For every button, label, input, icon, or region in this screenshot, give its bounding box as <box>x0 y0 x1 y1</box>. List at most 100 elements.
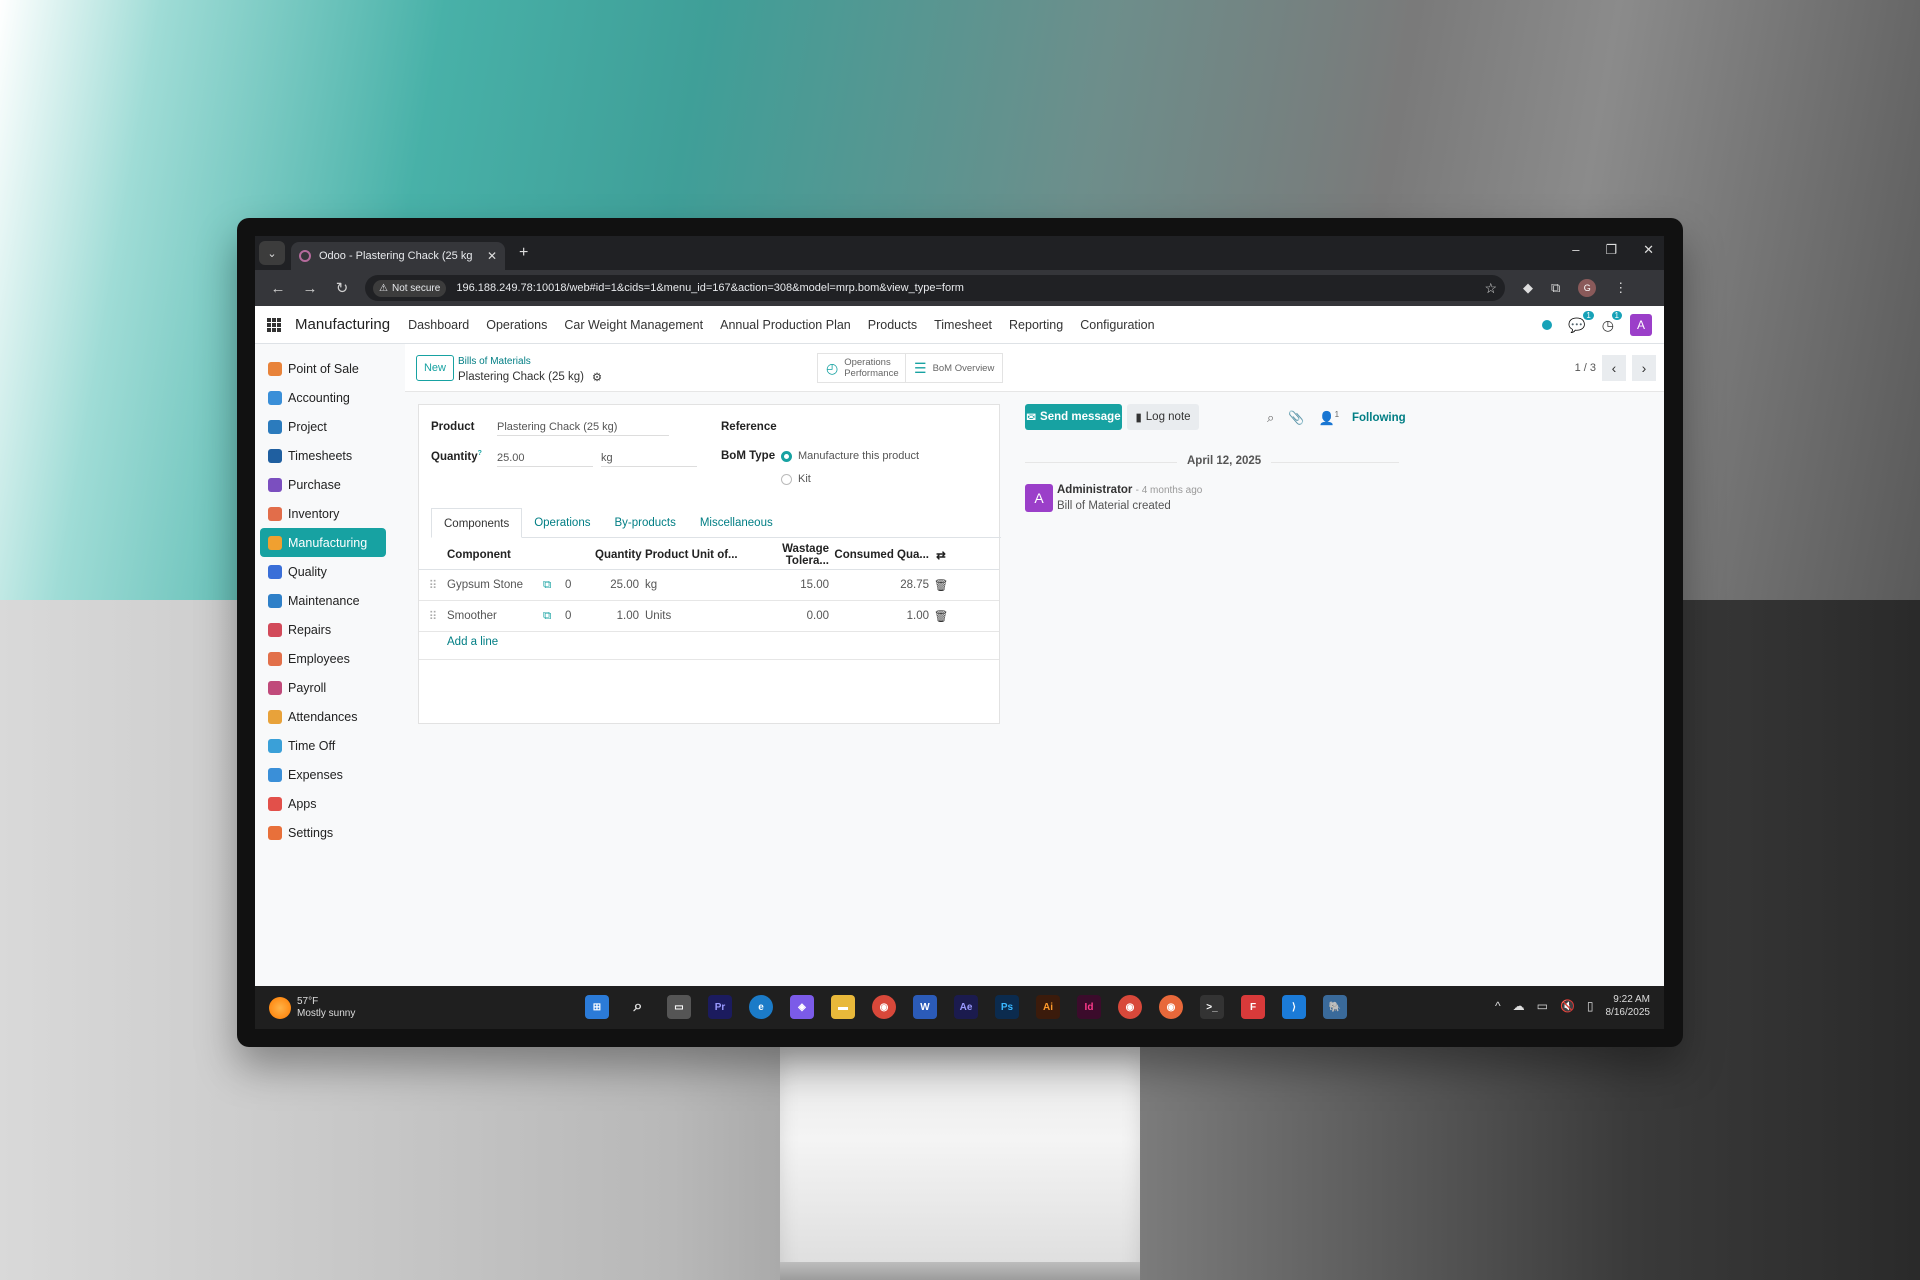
next-record-button[interactable]: › <box>1632 355 1656 381</box>
col-consumed[interactable]: Consumed Qua... <box>829 549 929 561</box>
puzzle-icon[interactable]: ⧉ <box>1551 280 1560 296</box>
tab-by-products[interactable]: By-products <box>602 508 687 537</box>
app-name[interactable]: Manufacturing <box>295 316 390 333</box>
sidebar-item-payroll[interactable]: Payroll <box>260 673 386 702</box>
menu-dashboard[interactable]: Dashboard <box>408 318 469 332</box>
send-message-button[interactable]: ✉ Send message <box>1025 404 1122 430</box>
menu-reporting[interactable]: Reporting <box>1009 318 1063 332</box>
sidebar-item-manufacturing[interactable]: Manufacturing <box>260 528 386 557</box>
sidebar-item-maintenance[interactable]: Maintenance <box>260 586 386 615</box>
col-uom[interactable]: Product Unit of... <box>639 549 747 561</box>
pager-value[interactable]: 1 / 3 <box>1575 362 1596 374</box>
previous-record-button[interactable]: ‹ <box>1602 355 1626 381</box>
menu-car-weight-management[interactable]: Car Weight Management <box>564 318 703 332</box>
tab-search-button[interactable]: ⌄ <box>259 241 285 265</box>
bom-type-manufacture-radio[interactable]: Manufacture this product <box>781 450 919 462</box>
forecast-icon[interactable]: ⧉ <box>543 579 565 592</box>
add-a-line-link[interactable]: Add a line <box>447 636 498 648</box>
bookmark-star-icon[interactable]: ☆ <box>1484 280 1497 297</box>
chevron-up-icon[interactable]: ^ <box>1495 999 1501 1013</box>
quantity-cell[interactable]: 1.00 <box>595 610 639 622</box>
sidebar-item-expenses[interactable]: Expenses <box>260 760 386 789</box>
browser-tab[interactable]: Odoo - Plastering Chack (25 kg ✕ <box>291 242 505 270</box>
component-cell[interactable]: Gypsum Stone <box>447 579 543 591</box>
menu-timesheet[interactable]: Timesheet <box>934 318 992 332</box>
user-avatar[interactable]: A <box>1630 314 1652 336</box>
col-component[interactable]: Component <box>447 549 595 561</box>
weather-widget[interactable]: 57°F Mostly sunny <box>269 996 355 1020</box>
consumed-cell[interactable]: 1.00 <box>829 610 929 622</box>
product-field[interactable]: Plastering Chack (25 kg) <box>497 421 669 436</box>
after-effects-icon[interactable]: Ae <box>954 995 978 1019</box>
drag-handle-icon[interactable]: ⠿ <box>419 578 447 592</box>
app-grid-icon[interactable] <box>267 317 281 332</box>
consumed-cell[interactable]: 28.75 <box>829 579 929 591</box>
sidebar-item-accounting[interactable]: Accounting <box>260 383 386 412</box>
sidebar-item-employees[interactable]: Employees <box>260 644 386 673</box>
quantity-uom-field[interactable]: kg <box>601 452 697 467</box>
col-wastage[interactable]: Wastage Tolera... <box>747 543 829 567</box>
new-button[interactable]: New <box>416 355 454 381</box>
indesign-icon[interactable]: Id <box>1077 995 1101 1019</box>
sidebar-item-quality[interactable]: Quality <box>260 557 386 586</box>
postgresql-icon[interactable]: 🐘 <box>1323 995 1347 1019</box>
not-secure-badge[interactable]: ⚠ Not secure <box>373 279 447 297</box>
search-icon[interactable]: ⌕ <box>1267 410 1274 426</box>
reload-icon[interactable]: ↻ <box>333 279 351 297</box>
new-tab-button[interactable]: + <box>519 244 528 262</box>
menu-annual-production-plan[interactable]: Annual Production Plan <box>720 318 851 332</box>
photoshop-icon[interactable]: Ps <box>995 995 1019 1019</box>
sidebar-item-apps[interactable]: Apps <box>260 789 386 818</box>
search-taskbar-icon[interactable]: ⌕ <box>626 995 650 1019</box>
author-name[interactable]: Administrator <box>1057 484 1132 496</box>
quantity-field[interactable]: 25.00 <box>497 452 593 467</box>
restore-icon[interactable]: ❐ <box>1605 242 1617 258</box>
windows-start-icon[interactable]: ⊞ <box>585 995 609 1019</box>
kebab-menu-icon[interactable]: ⋮ <box>1614 280 1627 296</box>
url-text[interactable]: 196.188.249.78:10018/web#id=1&cids=1&men… <box>456 282 1484 294</box>
sidebar-item-repairs[interactable]: Repairs <box>260 615 386 644</box>
uom-cell[interactable]: kg <box>639 579 747 591</box>
quantity-cell[interactable]: 25.00 <box>595 579 639 591</box>
file-explorer-icon[interactable]: ▬ <box>831 995 855 1019</box>
tab-miscellaneous[interactable]: Miscellaneous <box>688 508 785 537</box>
paperclip-icon[interactable]: 📎 <box>1288 410 1304 426</box>
menu-configuration[interactable]: Configuration <box>1080 318 1154 332</box>
table-row[interactable]: ⠿ Smoother ⧉ 0 1.00 Units 0.00 1.00 🗑 <box>419 601 999 632</box>
gear-icon[interactable]: ⚙ <box>592 370 602 384</box>
tab-components[interactable]: Components <box>431 508 523 538</box>
back-icon[interactable]: ← <box>269 280 287 297</box>
forward-icon[interactable]: → <box>301 280 319 297</box>
menu-operations[interactable]: Operations <box>486 318 547 332</box>
sidebar-item-point-of-sale[interactable]: Point of Sale <box>260 354 386 383</box>
table-row[interactable]: ⠿ Gypsum Stone ⧉ 0 25.00 kg 15.00 28.75 … <box>419 570 999 601</box>
forecast-icon[interactable]: ⧉ <box>543 610 565 623</box>
sidebar-item-timesheets[interactable]: Timesheets <box>260 441 386 470</box>
terminal-icon[interactable]: >_ <box>1200 995 1224 1019</box>
address-bar[interactable]: ⚠ Not secure 196.188.249.78:10018/web#id… <box>365 275 1505 301</box>
edge-icon[interactable]: e <box>749 995 773 1019</box>
filezilla-icon[interactable]: F <box>1241 995 1265 1019</box>
tab-operations[interactable]: Operations <box>522 508 602 537</box>
bom-type-kit-radio[interactable]: Kit <box>781 473 811 485</box>
operations-performance-button[interactable]: ◴ Operations Performance <box>817 353 908 383</box>
followers-icon[interactable]: 👤1 <box>1318 410 1339 426</box>
close-tab-icon[interactable]: ✕ <box>487 249 497 263</box>
drag-handle-icon[interactable]: ⠿ <box>419 609 447 623</box>
sidebar-item-time-off[interactable]: Time Off <box>260 731 386 760</box>
sidebar-item-project[interactable]: Project <box>260 412 386 441</box>
breadcrumb-bills-of-materials[interactable]: Bills of Materials <box>458 356 531 367</box>
messaging-icon[interactable]: 💬 1 <box>1568 310 1594 334</box>
extension-icon[interactable]: ◆ <box>1523 280 1533 296</box>
task-view-icon[interactable]: ▭ <box>667 995 691 1019</box>
chrome-icon[interactable]: ◉ <box>872 995 896 1019</box>
premiere-pro-icon[interactable]: Pr <box>708 995 732 1019</box>
sidebar-item-settings[interactable]: Settings <box>260 818 386 847</box>
battery-icon[interactable]: ▯ <box>1587 999 1594 1013</box>
activity-clock-icon[interactable]: ◷ 1 <box>1602 310 1622 334</box>
wastage-cell[interactable]: 15.00 <box>747 579 829 591</box>
profile-avatar[interactable]: G <box>1578 279 1597 297</box>
close-window-icon[interactable]: ✕ <box>1643 242 1654 258</box>
onedrive-icon[interactable]: ☁ <box>1513 999 1525 1013</box>
following-button[interactable]: Following <box>1352 412 1406 424</box>
